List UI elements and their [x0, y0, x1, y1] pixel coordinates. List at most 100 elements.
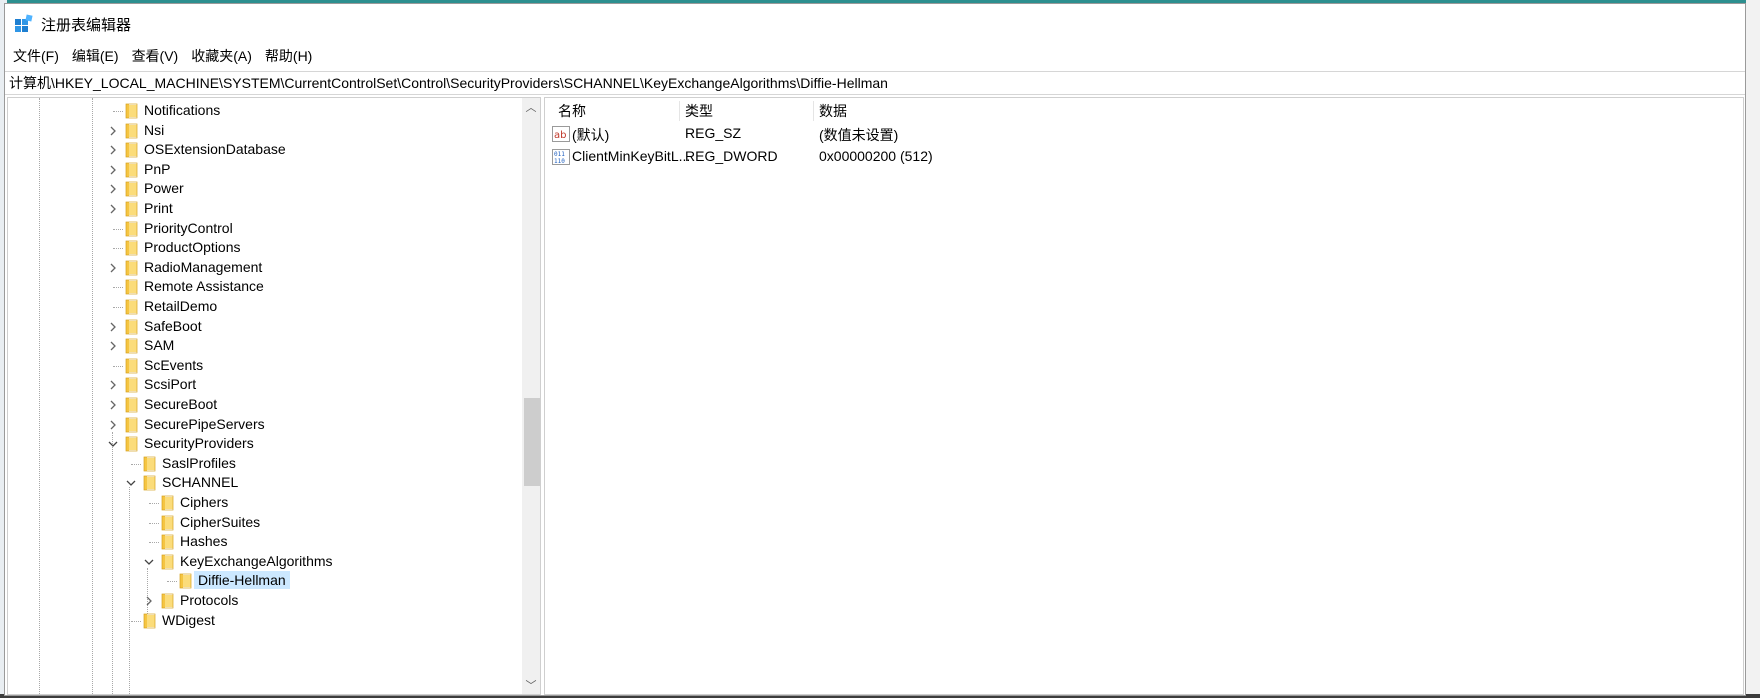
- key-tree-pane[interactable]: Notifications Nsi OSExtensionDatabase PnP Po…: [7, 97, 541, 695]
- tree-connector: [167, 581, 177, 583]
- chevron-right-icon[interactable]: [106, 143, 120, 157]
- tree-node-label[interactable]: Notifications: [140, 101, 224, 119]
- registry-editor-icon: [15, 14, 33, 32]
- values-list-pane[interactable]: 名称 类型 数据 ab (默认) REG_SZ (数值未设置) 011 110 Client…: [544, 97, 1744, 695]
- tree-connector: [113, 228, 123, 230]
- menu-file[interactable]: 文件(F): [13, 46, 59, 66]
- tree-connector: [149, 503, 159, 504]
- column-header-name[interactable]: 名称: [558, 101, 586, 121]
- chevron-down-icon[interactable]: [106, 437, 120, 451]
- tree-node-label[interactable]: Ciphers: [176, 493, 232, 511]
- tree-node-label[interactable]: SafeBoot: [140, 317, 206, 335]
- tree-node[interactable]: WDigest: [8, 610, 518, 632]
- column-header-type[interactable]: 类型: [685, 101, 713, 121]
- menu-edit[interactable]: 编辑(E): [72, 46, 119, 66]
- chevron-right-icon[interactable]: [106, 182, 120, 196]
- tree-node-label[interactable]: ProductOptions: [140, 238, 245, 256]
- tree-node-label[interactable]: SCHANNEL: [158, 473, 242, 491]
- tree-vertical-scrollbar[interactable]: ︿ ﹀: [522, 98, 540, 694]
- folder-icon: [161, 495, 174, 511]
- value-data: (数值未设置): [819, 127, 899, 143]
- title-bar[interactable]: 注册表编辑器: [5, 4, 1745, 42]
- folder-icon: [125, 221, 138, 236]
- svg-text:110: 110: [554, 158, 565, 165]
- folder-icon: [125, 397, 138, 413]
- scroll-up-arrow-icon[interactable]: ︿: [522, 98, 540, 116]
- folder-icon: [125, 182, 138, 197]
- chevron-right-icon[interactable]: [106, 124, 120, 138]
- tree-connector: [113, 307, 123, 308]
- tree-node-label[interactable]: Protocols: [176, 591, 242, 609]
- folder-icon: [161, 593, 174, 609]
- tree-node-label[interactable]: Hashes: [176, 532, 231, 550]
- chevron-right-icon[interactable]: [106, 378, 120, 392]
- value-row[interactable]: ab (默认) REG_SZ (数值未设置): [545, 123, 1743, 145]
- value-name: (默认): [572, 127, 610, 143]
- column-separator[interactable]: [679, 101, 680, 121]
- tree-node-label[interactable]: SecureBoot: [140, 395, 221, 413]
- tree-node-label[interactable]: Nsi: [140, 121, 168, 139]
- tree-node-label[interactable]: SecurityProviders: [140, 434, 258, 452]
- folder-icon: [125, 162, 138, 178]
- folder-icon: [161, 515, 174, 530]
- address-bar[interactable]: 计算机\HKEY_LOCAL_MACHINE\SYSTEM\CurrentCon…: [5, 71, 1745, 95]
- tree-node-label[interactable]: KeyExchangeAlgorithms: [176, 552, 337, 570]
- menu-help[interactable]: 帮助(H): [265, 46, 312, 66]
- tree-node-label[interactable]: ScEvents: [140, 356, 207, 374]
- chevron-down-icon[interactable]: [142, 555, 156, 569]
- chevron-right-icon[interactable]: [106, 261, 120, 275]
- tree-node-label[interactable]: ScsiPort: [140, 375, 200, 393]
- folder-icon: [125, 378, 138, 393]
- folder-icon: [125, 142, 138, 158]
- scrollbar-thumb[interactable]: [524, 398, 540, 486]
- menu-view[interactable]: 查看(V): [132, 46, 179, 66]
- folder-icon: [161, 534, 174, 550]
- value-type: REG_DWORD: [685, 148, 778, 164]
- tree-node-label[interactable]: CipherSuites: [176, 513, 264, 531]
- tree-connector: [113, 248, 123, 250]
- value-name: ClientMinKeyBitL...: [572, 148, 691, 164]
- tree-node-label[interactable]: Diffie-Hellman: [194, 571, 290, 590]
- chevron-right-icon[interactable]: [106, 339, 120, 353]
- tree-node-label[interactable]: PriorityControl: [140, 219, 237, 237]
- folder-icon: [143, 613, 156, 628]
- tree-node-label[interactable]: SaslProfiles: [158, 454, 240, 472]
- window-title: 注册表编辑器: [41, 17, 132, 34]
- scroll-down-arrow-icon[interactable]: ﹀: [522, 676, 540, 694]
- background-strip-right: [1746, 0, 1760, 698]
- menu-favorites[interactable]: 收藏夹(A): [191, 46, 252, 66]
- folder-icon: [125, 436, 138, 452]
- folder-icon: [125, 103, 138, 119]
- tree-node-label[interactable]: RadioManagement: [140, 258, 266, 276]
- chevron-right-icon[interactable]: [106, 398, 120, 412]
- tree-node-label[interactable]: Print: [140, 199, 177, 217]
- tree-node-label[interactable]: OSExtensionDatabase: [140, 140, 290, 158]
- tree-node-label[interactable]: Remote Assistance: [140, 277, 268, 295]
- chevron-right-icon[interactable]: [106, 163, 120, 177]
- chevron-right-icon[interactable]: [106, 320, 120, 334]
- chevron-down-icon[interactable]: [124, 476, 138, 490]
- folder-icon: [125, 260, 138, 276]
- tree-node-label[interactable]: PnP: [140, 160, 174, 178]
- chevron-right-icon[interactable]: [106, 202, 120, 216]
- folder-icon: [143, 476, 156, 491]
- tree-connector: [113, 287, 123, 289]
- tree-node-label[interactable]: WDigest: [158, 611, 219, 629]
- tree-node-label[interactable]: RetailDemo: [140, 297, 221, 315]
- address-path[interactable]: 计算机\HKEY_LOCAL_MACHINE\SYSTEM\CurrentCon…: [9, 73, 888, 93]
- chevron-right-icon[interactable]: [142, 594, 156, 608]
- tree-connector: [113, 111, 123, 112]
- column-separator[interactable]: [813, 101, 814, 121]
- tree-node-label[interactable]: SecurePipeServers: [140, 415, 269, 433]
- tree-connector: [149, 522, 159, 524]
- string-value-icon: ab: [552, 126, 570, 142]
- tree-node-label[interactable]: Power: [140, 179, 188, 197]
- chevron-right-icon[interactable]: [106, 418, 120, 432]
- folder-icon: [125, 319, 138, 334]
- folder-icon: [143, 456, 156, 472]
- tree-node-label[interactable]: SAM: [140, 336, 178, 354]
- folder-icon: [161, 554, 174, 570]
- folder-icon: [125, 358, 138, 374]
- column-header-data[interactable]: 数据: [819, 101, 847, 121]
- value-row[interactable]: 011 110 ClientMinKeyBitL... REG_DWORD 0x0000…: [545, 146, 1743, 168]
